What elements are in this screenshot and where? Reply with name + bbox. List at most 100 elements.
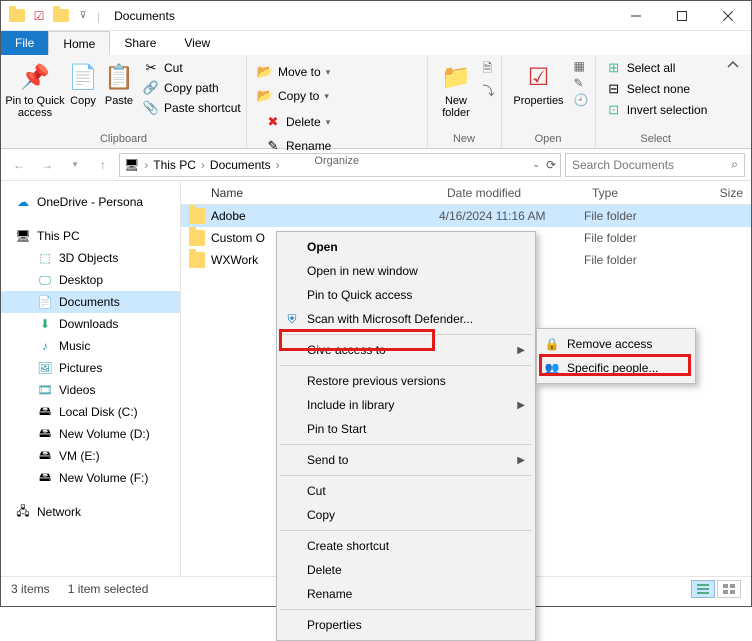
cut-button[interactable]: ✂Cut	[139, 59, 245, 77]
nav-recent-button[interactable]: ▾	[63, 153, 87, 177]
history-icon[interactable]: 🕘	[574, 93, 589, 107]
minimize-button[interactable]	[613, 1, 659, 31]
ctx-specific-people[interactable]: 👥Specific people...	[539, 356, 693, 380]
copy-button[interactable]: 📄Copy	[67, 59, 99, 107]
nav-forward-button[interactable]: →	[35, 153, 59, 177]
tree-3dobjects[interactable]: ⬚3D Objects	[1, 247, 180, 269]
tree-desktop[interactable]: 🖵Desktop	[1, 269, 180, 291]
tree-volume-d[interactable]: 🖴New Volume (D:)	[1, 423, 180, 445]
tab-file[interactable]: File	[1, 31, 48, 55]
header-name[interactable]: Name	[181, 186, 439, 200]
delete-button[interactable]: ✖Delete ▾	[261, 113, 335, 131]
drive-icon: 🖴	[37, 404, 53, 420]
drive-icon: 🖴	[37, 470, 53, 486]
shield-icon: ⛨	[284, 311, 300, 327]
pin-icon: 📌	[19, 61, 51, 93]
file-row[interactable]: Adobe 4/16/2024 11:16 AM File folder	[181, 205, 751, 227]
search-input[interactable]: Search Documents ⌕	[565, 153, 745, 177]
ctx-send-to[interactable]: Send to▶	[279, 448, 533, 472]
search-icon: ⌕	[731, 157, 738, 172]
ctx-pin-quick[interactable]: Pin to Quick access	[279, 283, 533, 307]
tree-network[interactable]: 🖧Network	[1, 501, 180, 523]
qat-dropdown-icon[interactable]: ⊽	[75, 8, 91, 24]
tree-pictures[interactable]: 🖼Pictures	[1, 357, 180, 379]
search-placeholder: Search Documents	[572, 158, 674, 172]
ctx-include-library[interactable]: Include in library▶	[279, 393, 533, 417]
move-to-button[interactable]: 📂Move to ▾	[253, 63, 334, 81]
copy-path-button[interactable]: 🔗Copy path	[139, 79, 245, 97]
breadcrumb[interactable]: 🖥 › This PC › Documents › ⌄ ⟳	[119, 153, 561, 177]
ctx-restore-versions[interactable]: Restore previous versions	[279, 369, 533, 393]
chevron-right-icon[interactable]: ›	[198, 158, 208, 172]
group-label-open: Open	[502, 133, 595, 148]
column-headers[interactable]: Name Date modified Type Size	[181, 181, 751, 205]
tab-home[interactable]: Home	[48, 31, 110, 55]
ctx-give-access[interactable]: Give access to▶	[279, 338, 533, 362]
ctx-create-shortcut[interactable]: Create shortcut	[279, 534, 533, 558]
properties-qat-icon[interactable]: ☑	[31, 8, 47, 24]
chevron-right-icon[interactable]: ›	[141, 158, 151, 172]
lock-icon: 🔒	[544, 336, 560, 352]
ctx-copy[interactable]: Copy	[279, 503, 533, 527]
address-dropdown-icon[interactable]: ⌄	[532, 159, 540, 170]
ctx-open[interactable]: Open	[279, 235, 533, 259]
shortcut-icon: 📎	[143, 100, 159, 116]
pin-quick-access-button[interactable]: 📌Pin to Quick access	[7, 59, 63, 119]
refresh-icon[interactable]: ⟳	[546, 158, 556, 172]
folder-qat-icon[interactable]	[53, 8, 69, 24]
tree-localdisk-c[interactable]: 🖴Local Disk (C:)	[1, 401, 180, 423]
tree-onedrive[interactable]: ☁OneDrive - Persona	[1, 191, 180, 213]
context-submenu-give-access: 🔒Remove access 👥Specific people...	[536, 328, 696, 384]
icons-view-button[interactable]	[717, 580, 741, 598]
tree-documents[interactable]: 📄Documents	[1, 291, 180, 313]
properties-button[interactable]: ☑Properties	[508, 59, 570, 107]
ctx-remove-access[interactable]: 🔒Remove access	[539, 332, 693, 356]
chevron-right-icon[interactable]: ›	[273, 158, 283, 172]
tab-view[interactable]: View	[170, 31, 224, 55]
delete-icon: ✖	[265, 114, 281, 130]
ctx-delete[interactable]: Delete	[279, 558, 533, 582]
separator	[280, 609, 532, 610]
navigation-pane[interactable]: ☁OneDrive - Persona 🖥This PC ⬚3D Objects…	[1, 181, 181, 576]
copy-to-button[interactable]: 📂Copy to ▾	[253, 87, 334, 105]
breadcrumb-root[interactable]: This PC	[153, 158, 196, 172]
tree-downloads[interactable]: ⬇Downloads	[1, 313, 180, 335]
header-size[interactable]: Size	[694, 186, 751, 200]
ctx-pin-start[interactable]: Pin to Start	[279, 417, 533, 441]
tree-videos[interactable]: 🎞Videos	[1, 379, 180, 401]
ctx-defender[interactable]: ⛨Scan with Microsoft Defender...	[279, 307, 533, 331]
nav-up-button[interactable]: ↑	[91, 153, 115, 177]
maximize-button[interactable]	[659, 1, 705, 31]
network-icon: 🖧	[15, 504, 31, 520]
header-type[interactable]: Type	[584, 186, 694, 200]
paste-button[interactable]: 📋Paste	[103, 59, 135, 107]
tree-thispc[interactable]: 🖥This PC	[1, 225, 180, 247]
status-item-count: 3 items	[11, 582, 50, 596]
scissors-icon: ✂	[143, 60, 159, 76]
breadcrumb-current[interactable]: Documents	[210, 158, 271, 172]
invert-selection-button[interactable]: ⊡Invert selection	[602, 101, 712, 119]
header-date[interactable]: Date modified	[439, 186, 584, 200]
paste-shortcut-button[interactable]: 📎Paste shortcut	[139, 99, 245, 117]
open-icon[interactable]: ▦	[574, 59, 589, 73]
select-none-button[interactable]: ⊟Select none	[602, 80, 712, 98]
ctx-rename[interactable]: Rename	[279, 582, 533, 606]
ctx-open-new-window[interactable]: Open in new window	[279, 259, 533, 283]
newitem-icon[interactable]: 🗎	[482, 59, 494, 80]
nav-back-button[interactable]: ←	[7, 153, 31, 177]
easyaccess-icon[interactable]: ⤵	[482, 82, 494, 99]
new-folder-button[interactable]: 📁New folder	[434, 59, 479, 119]
group-label-new: New	[428, 133, 501, 148]
ctx-cut[interactable]: Cut	[279, 479, 533, 503]
tree-music[interactable]: ♪Music	[1, 335, 180, 357]
select-all-button[interactable]: ⊞Select all	[602, 59, 712, 77]
separator	[280, 365, 532, 366]
collapse-ribbon-button[interactable]	[716, 55, 751, 148]
tab-share[interactable]: Share	[110, 31, 170, 55]
details-view-button[interactable]	[691, 580, 715, 598]
tree-volume-f[interactable]: 🖴New Volume (F:)	[1, 467, 180, 489]
ctx-properties[interactable]: Properties	[279, 613, 533, 637]
edit-icon[interactable]: ✎	[574, 76, 589, 90]
tree-vm-e[interactable]: 🖴VM (E:)	[1, 445, 180, 467]
close-button[interactable]	[705, 1, 751, 31]
